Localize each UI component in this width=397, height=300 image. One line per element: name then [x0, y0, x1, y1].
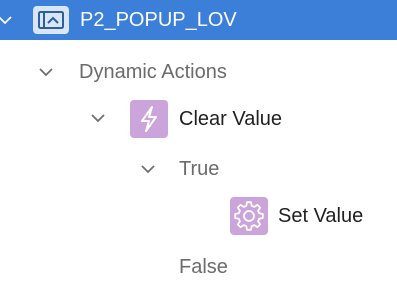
- tree-node-set-value[interactable]: Set Value: [0, 197, 397, 237]
- tree-node-label: Set Value: [278, 205, 364, 227]
- tree-node-true[interactable]: True: [0, 149, 397, 189]
- chevron-down-icon[interactable]: [91, 114, 105, 124]
- chevron-down-icon[interactable]: [39, 68, 53, 78]
- tree-node-p2-popup-lov[interactable]: P2_POPUP_LOV: [0, 0, 397, 40]
- gear-icon: [230, 197, 268, 235]
- tree-node-dynamic-actions[interactable]: Dynamic Actions: [0, 52, 397, 92]
- tree-node-label: True: [179, 158, 220, 180]
- tree-node-label: Dynamic Actions: [79, 61, 227, 83]
- tree-node-clear-value[interactable]: Clear Value: [0, 100, 397, 140]
- lightning-bolt-icon: [130, 100, 168, 138]
- chevron-down-icon[interactable]: [141, 165, 155, 175]
- chevron-down-icon[interactable]: [0, 16, 12, 26]
- tree-node-false[interactable]: False: [0, 247, 397, 287]
- tree-node-label: P2_POPUP_LOV: [80, 9, 237, 31]
- popup-lov-item-icon: [33, 6, 69, 34]
- tree-node-label: Clear Value: [179, 108, 283, 130]
- tree-node-label: False: [179, 256, 228, 278]
